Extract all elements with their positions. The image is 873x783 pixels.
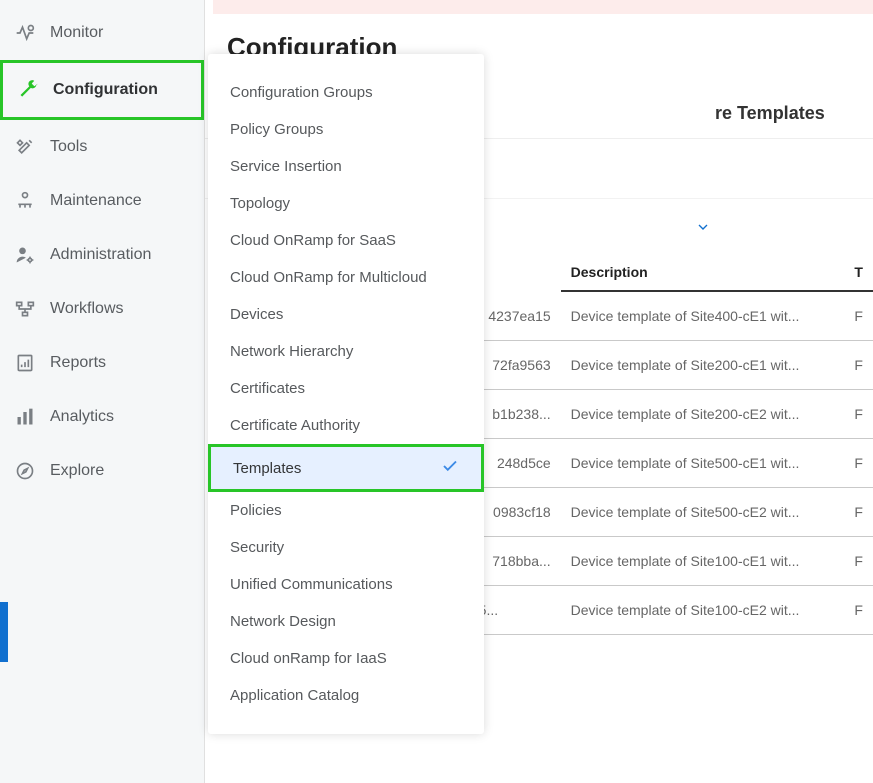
cell-t: F <box>844 390 873 439</box>
sidebar-item-monitor[interactable]: Monitor <box>0 6 204 60</box>
cell-description: Device template of Site200-cE1 wit... <box>561 341 845 390</box>
dropdown-item-topology[interactable]: Topology <box>208 185 484 222</box>
wrench-icon <box>17 79 39 101</box>
sidebar-item-reports[interactable]: Reports <box>0 336 204 390</box>
dropdown-item-label: Certificates <box>230 380 305 397</box>
col-t[interactable]: T <box>844 250 873 291</box>
sidebar-item-label: Configuration <box>53 81 158 99</box>
dropdown-item-service-insertion[interactable]: Service Insertion <box>208 148 484 185</box>
sidebar-item-label: Administration <box>50 246 151 264</box>
dropdown-item-security[interactable]: Security <box>208 529 484 566</box>
sidebar-item-configuration[interactable]: Configuration <box>0 60 204 120</box>
dropdown-item-templates[interactable]: Templates <box>208 444 484 492</box>
dropdown-item-label: Configuration Groups <box>230 84 373 101</box>
dropdown-item-configuration-groups[interactable]: Configuration Groups <box>208 74 484 111</box>
alert-band <box>213 0 873 14</box>
sidebar-item-label: Monitor <box>50 24 103 42</box>
dropdown-item-policy-groups[interactable]: Policy Groups <box>208 111 484 148</box>
dropdown-item-label: Templates <box>233 460 301 477</box>
dropdown-item-certificates[interactable]: Certificates <box>208 370 484 407</box>
dropdown-item-network-design[interactable]: Network Design <box>208 603 484 640</box>
dropdown-item-label: Network Design <box>230 613 336 630</box>
dropdown-item-label: Certificate Authority <box>230 417 360 434</box>
sidebar-item-administration[interactable]: Administration <box>0 228 204 282</box>
chevron-down-icon <box>695 219 711 235</box>
dropdown-item-label: Topology <box>230 195 290 212</box>
workflows-icon <box>14 298 36 320</box>
dropdown-item-label: Network Hierarchy <box>230 343 353 360</box>
sidebar-item-label: Maintenance <box>50 192 142 210</box>
dropdown-item-application-catalog[interactable]: Application Catalog <box>208 677 484 714</box>
dropdown-item-label: Cloud onRamp for IaaS <box>230 650 387 667</box>
sidebar-item-analytics[interactable]: Analytics <box>0 390 204 444</box>
maintenance-icon <box>14 190 36 212</box>
dropdown-item-unified-communications[interactable]: Unified Communications <box>208 566 484 603</box>
sidebar-item-workflows[interactable]: Workflows <box>0 282 204 336</box>
reports-icon <box>14 352 36 374</box>
dropdown-item-label: Policy Groups <box>230 121 323 138</box>
sidebar-item-tools[interactable]: Tools <box>0 120 204 174</box>
cell-description: Device template of Site100-cE2 wit... <box>561 586 845 635</box>
dropdown-item-label: Security <box>230 539 284 556</box>
dropdown-item-label: Application Catalog <box>230 687 359 704</box>
cell-description: Device template of Site200-cE2 wit... <box>561 390 845 439</box>
analytics-icon <box>14 406 36 428</box>
cell-t: F <box>844 291 873 341</box>
cell-t: F <box>844 341 873 390</box>
dropdown-item-label: Unified Communications <box>230 576 393 593</box>
dropdown-item-label: Policies <box>230 502 282 519</box>
accent-strip <box>0 602 8 662</box>
dropdown-item-label: Devices <box>230 306 283 323</box>
configuration-dropdown: Configuration Groups Policy Groups Service… <box>208 54 484 734</box>
cell-t: F <box>844 488 873 537</box>
cell-description: Device template of Site100-cE1 wit... <box>561 537 845 586</box>
sidebar: Monitor Configuration Tools Maintenance <box>0 0 204 783</box>
dropdown-item-label: Cloud OnRamp for Multicloud <box>230 269 427 286</box>
tools-icon <box>14 136 36 158</box>
sidebar-item-label: Analytics <box>50 408 114 426</box>
sidebar-item-label: Reports <box>50 354 106 372</box>
dropdown-item-certificate-authority[interactable]: Certificate Authority <box>208 407 484 444</box>
user-gear-icon <box>14 244 36 266</box>
col-description[interactable]: Description <box>561 250 845 291</box>
monitor-icon <box>14 22 36 44</box>
dropdown-item-cloud-onramp-for-iaas[interactable]: Cloud onRamp for IaaS <box>208 640 484 677</box>
dropdown-item-network-hierarchy[interactable]: Network Hierarchy <box>208 333 484 370</box>
sidebar-item-explore[interactable]: Explore <box>0 444 204 498</box>
dropdown-item-label: Service Insertion <box>230 158 342 175</box>
check-icon <box>441 457 459 479</box>
cell-t: F <box>844 586 873 635</box>
dropdown-item-cloud-onramp-for-saas[interactable]: Cloud OnRamp for SaaS <box>208 222 484 259</box>
cell-description: Device template of Site400-cE1 wit... <box>561 291 845 341</box>
compass-icon <box>14 460 36 482</box>
cell-description: Device template of Site500-cE2 wit... <box>561 488 845 537</box>
dropdown-item-label: Cloud OnRamp for SaaS <box>230 232 396 249</box>
dropdown-item-policies[interactable]: Policies <box>208 492 484 529</box>
sidebar-item-label: Workflows <box>50 300 124 318</box>
sidebar-item-label: Tools <box>50 138 87 156</box>
dropdown-item-cloud-onramp-for-multicloud[interactable]: Cloud OnRamp for Multicloud <box>208 259 484 296</box>
cell-t: F <box>844 537 873 586</box>
sidebar-item-maintenance[interactable]: Maintenance <box>0 174 204 228</box>
cell-description: Device template of Site500-cE1 wit... <box>561 439 845 488</box>
sidebar-item-label: Explore <box>50 462 104 480</box>
dropdown-item-devices[interactable]: Devices <box>208 296 484 333</box>
cell-t: F <box>844 439 873 488</box>
